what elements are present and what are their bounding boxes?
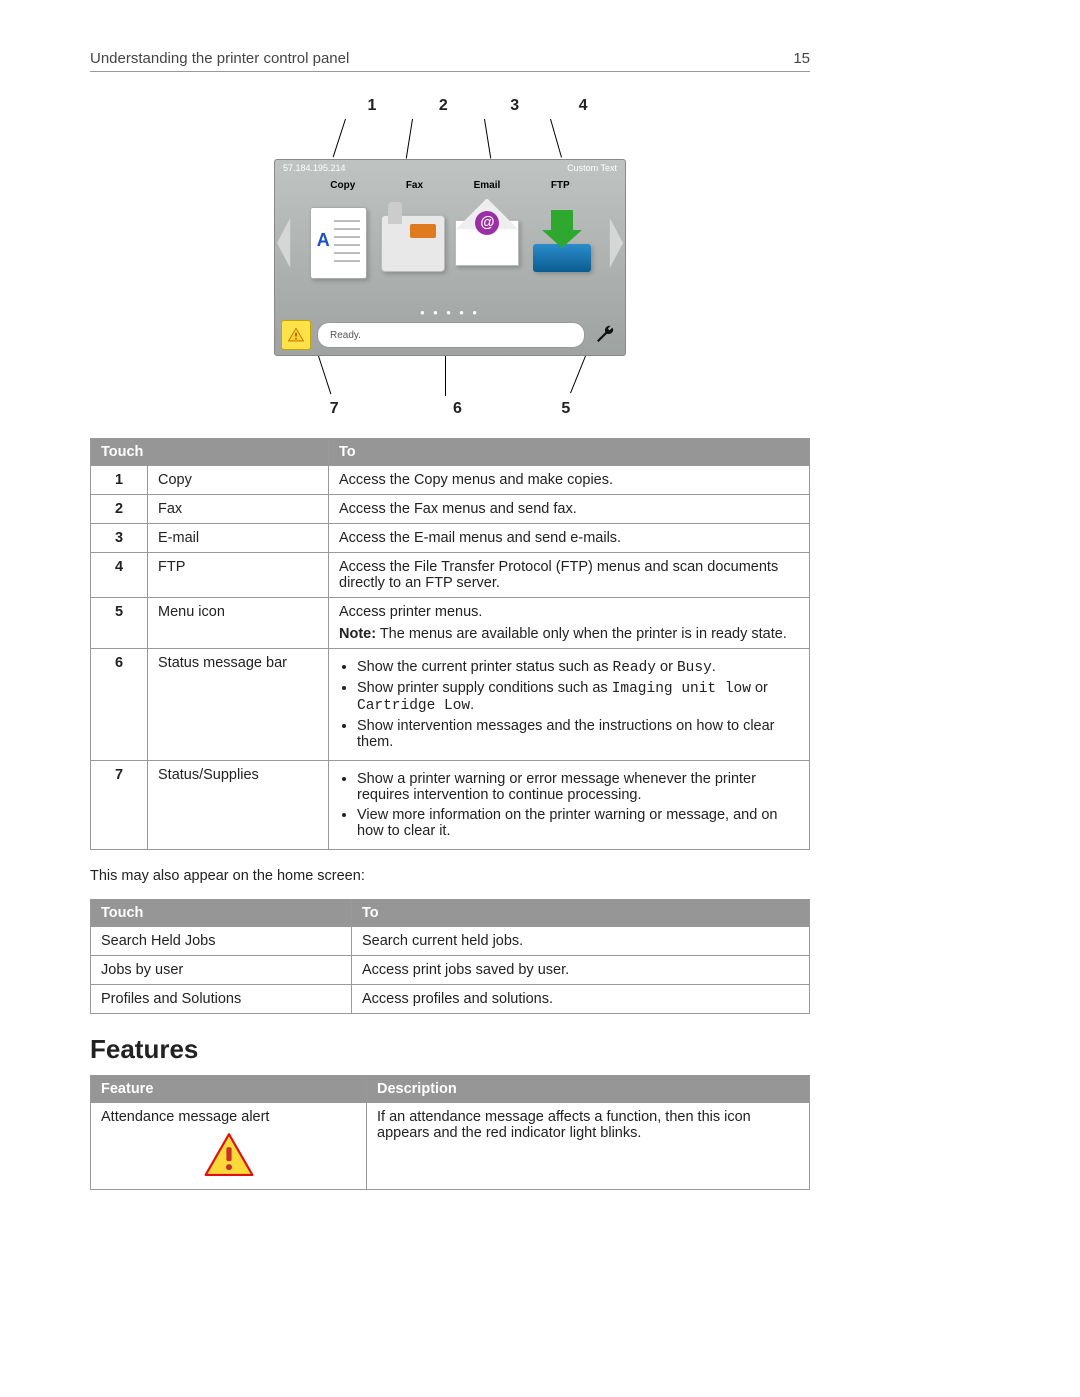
table-row: Profiles and SolutionsAccess profiles an… [91,984,810,1013]
cell-text: Access printer menus. [339,604,799,620]
feature-description: If an attendance message affects a funct… [367,1102,810,1189]
th-to: To [329,439,810,466]
label-copy: Copy [330,180,355,191]
page-number: 15 [793,50,810,67]
header-title: Understanding the printer control panel [90,50,349,67]
callout-3: 3 [510,97,519,115]
label-ftp: FTP [551,180,570,191]
feature-name: Attendance message alert [101,1109,356,1125]
features-table: Feature Description Attendance message a… [90,1075,810,1190]
status-message-bar[interactable]: Ready. [317,322,585,348]
email-icon[interactable] [455,220,519,266]
th-feature: Feature [91,1075,367,1102]
page-dots: ● ● ● ● ● [275,308,625,317]
bullet: View more information on the printer war… [357,807,799,839]
table-row: 2FaxAccess the Fax menus and send fax. [91,495,810,524]
app-icons-row [275,198,625,288]
printer-touchscreen: 57.184.195.214 Custom Text Copy Fax Emai… [274,159,626,356]
ftp-icon[interactable] [533,244,591,272]
callout-5: 5 [561,400,570,418]
nav-right-icon[interactable] [601,218,623,268]
table-row: 5 Menu icon Access printer menus. Note: … [91,598,810,649]
leader-lines-bottom [90,356,810,396]
callouts-top: 1 2 3 4 [90,97,810,115]
table-row: 4FTPAccess the File Transfer Protocol (F… [91,553,810,598]
callouts-bottom: 7 6 5 [90,400,810,418]
nav-left-icon[interactable] [277,218,299,268]
control-panel-figure: 1 2 3 4 57.184.195.214 Custom Text Copy … [90,97,810,418]
th-to2: To [352,899,810,926]
table-row: Attendance message alert If an attendanc… [91,1102,810,1189]
status-supplies-button[interactable] [281,320,311,350]
table-row: 1CopyAccess the Copy menus and make copi… [91,466,810,495]
callout-2: 2 [439,97,448,115]
intro-text-2: This may also appear on the home screen: [90,868,810,884]
bullet: Show the current printer status such as … [357,659,799,676]
app-labels-row: Copy Fax Email FTP [275,180,625,191]
table-row: 6 Status message bar Show the current pr… [91,649,810,761]
cell-note: Note: The menus are available only when … [339,626,799,642]
callout-1: 1 [368,97,377,115]
table-row: 7 Status/Supplies Show a printer warning… [91,761,810,850]
label-fax: Fax [406,180,423,191]
callout-4: 4 [579,97,588,115]
bullet: Show intervention messages and the instr… [357,718,799,750]
touch-table-main: Touch To 1CopyAccess the Copy menus and … [90,438,810,850]
features-heading: Features [90,1034,810,1065]
status-text: Ready. [330,330,361,341]
ip-address: 57.184.195.214 [283,163,346,173]
label-email: Email [474,180,501,191]
th-touch: Touch [91,439,329,466]
table-row: 3E-mailAccess the E-mail menus and send … [91,524,810,553]
leader-lines-top [90,119,810,159]
callout-6: 6 [453,400,462,418]
attendance-alert-icon [203,1131,255,1183]
bullet: Show printer supply conditions such as I… [357,680,799,714]
fax-icon[interactable] [381,215,445,272]
copy-icon[interactable] [310,207,367,279]
callout-7: 7 [330,400,339,418]
table-row: Search Held JobsSearch current held jobs… [91,926,810,955]
menu-button[interactable] [591,321,619,349]
warning-icon [287,326,305,344]
touch-table-extra: Touch To Search Held JobsSearch current … [90,899,810,1014]
table-row: Jobs by userAccess print jobs saved by u… [91,955,810,984]
th-touch2: Touch [91,899,352,926]
page-header: Understanding the printer control panel … [90,50,810,72]
bullet: Show a printer warning or error message … [357,771,799,803]
wrench-icon [594,324,616,346]
custom-text: Custom Text [567,163,617,173]
th-description: Description [367,1075,810,1102]
